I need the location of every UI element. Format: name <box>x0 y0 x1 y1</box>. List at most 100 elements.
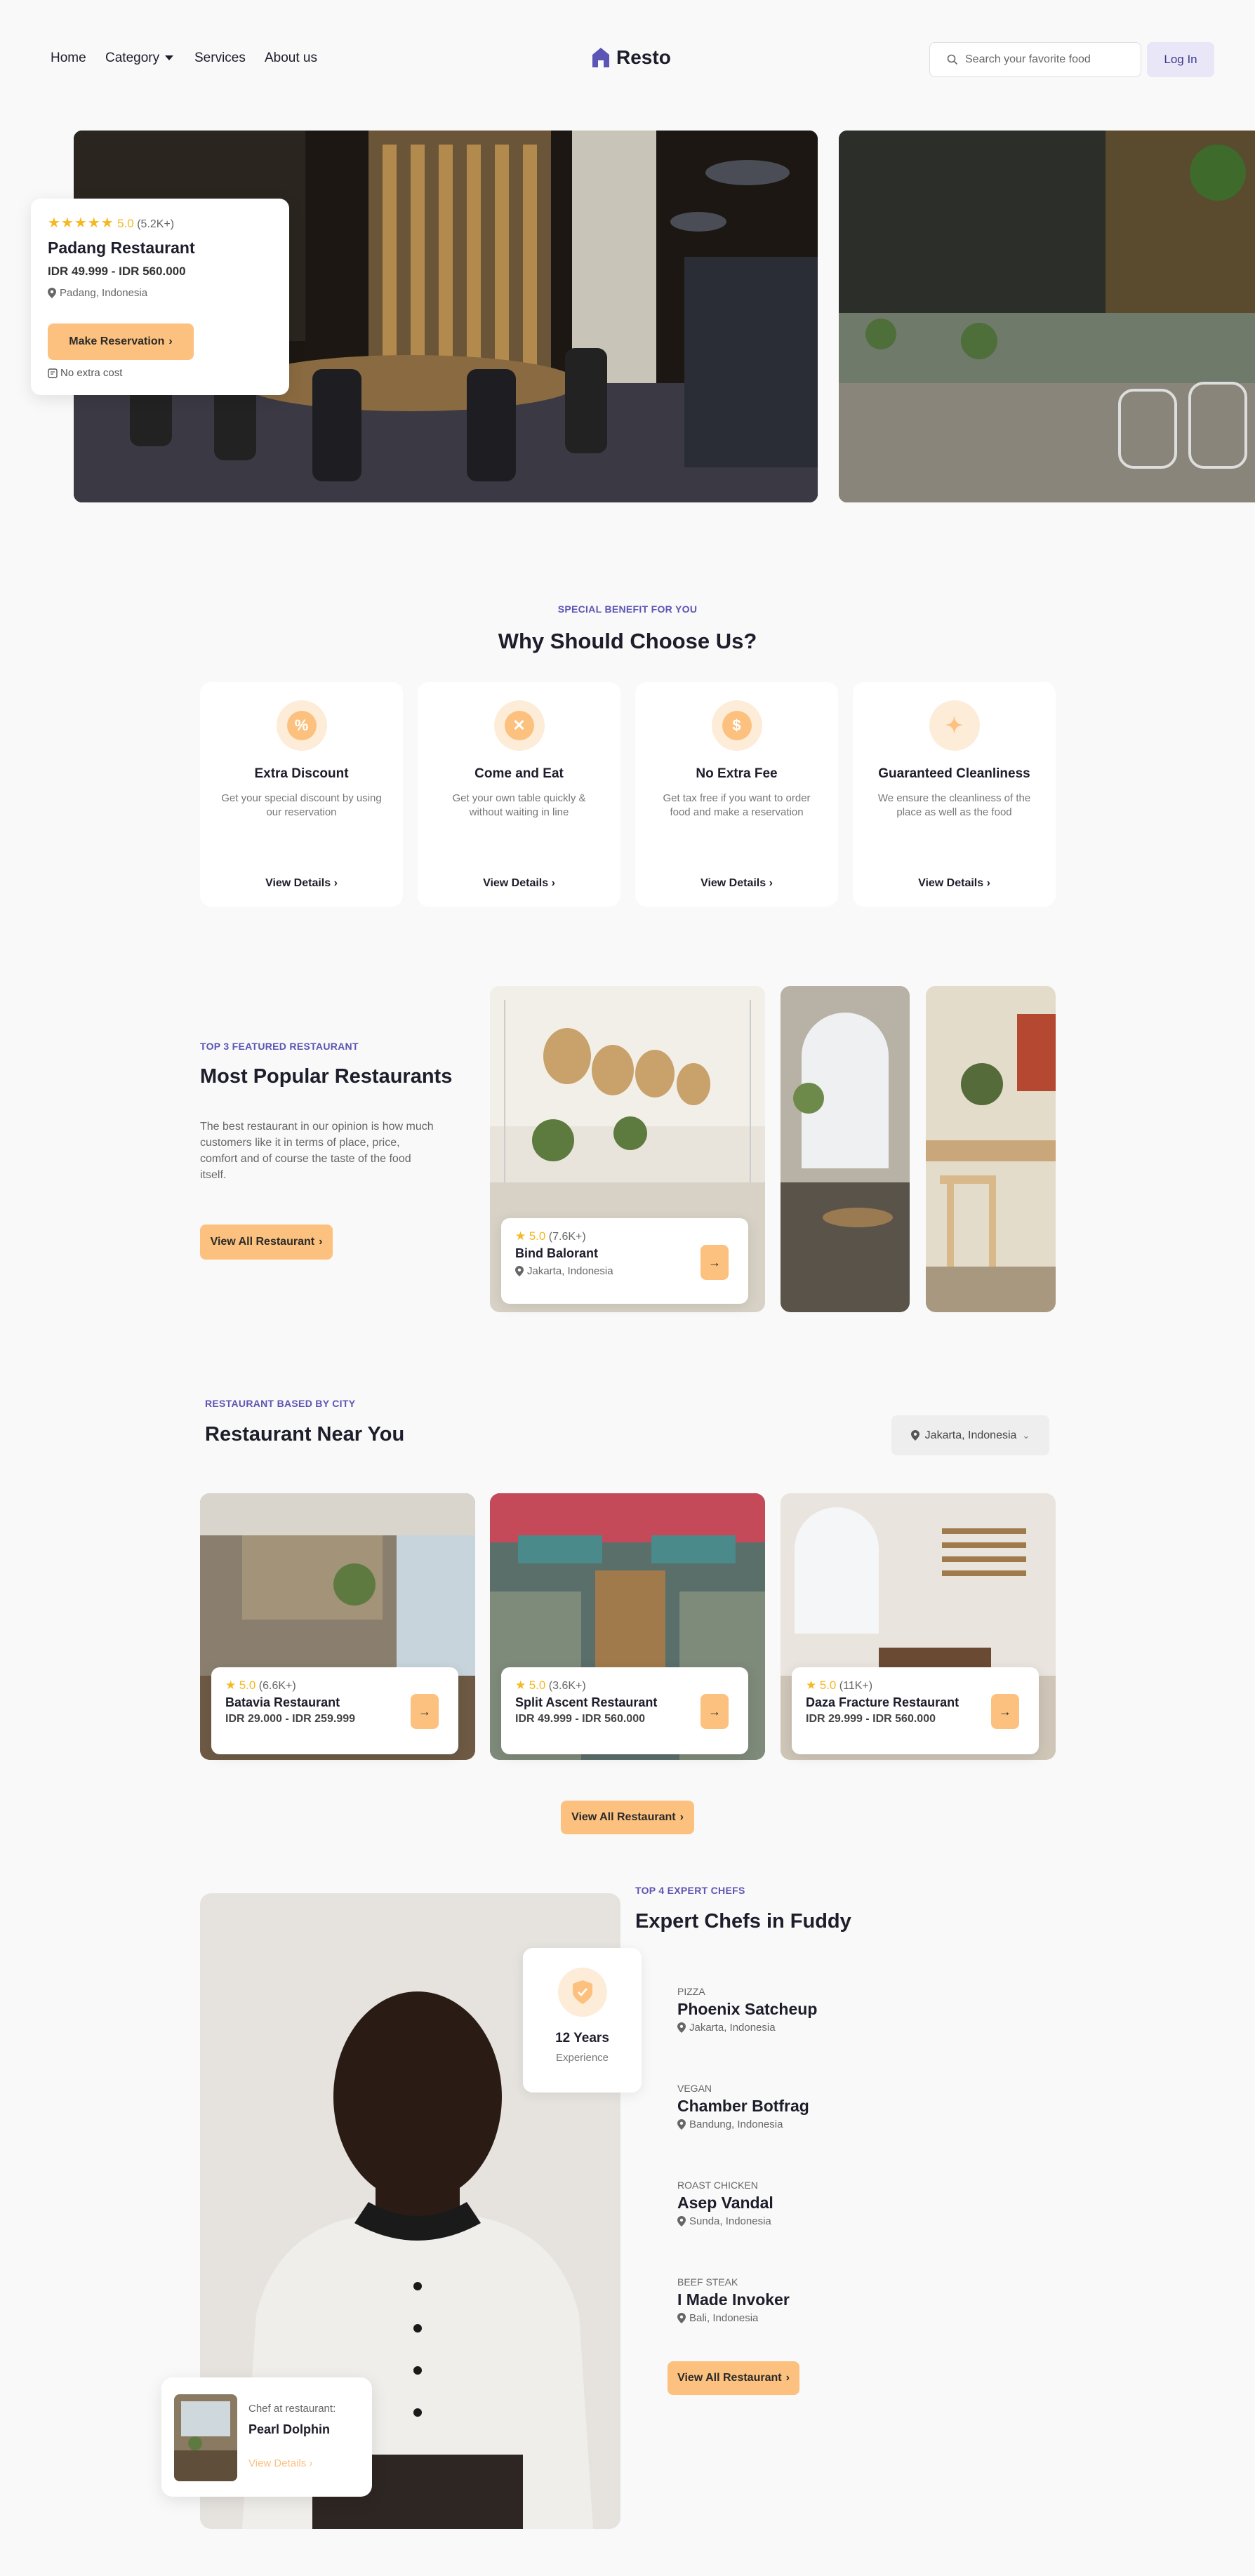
view-details-label: View Details <box>700 877 766 889</box>
view-all-restaurant-button[interactable]: View All Restaurant › <box>200 1224 333 1260</box>
chef-list-item[interactable]: ROAST CHICKEN Asep Vandal Sunda, Indones… <box>677 2180 773 2227</box>
hero-restaurant-card: ★★★★★ 5.0 (5.2K+) Padang Restaurant IDR … <box>31 199 289 395</box>
arrow-right-icon: → <box>999 1704 1011 1719</box>
make-reservation-button[interactable]: Make Reservation › <box>48 323 194 360</box>
location-pin-icon <box>515 1266 524 1276</box>
star-icon: ★ <box>225 1679 237 1692</box>
view-all-restaurant-button[interactable]: View All Restaurant › <box>561 1801 694 1834</box>
logo-text: Resto <box>616 46 671 68</box>
restaurant-image[interactable] <box>926 986 1056 1312</box>
sparkle-icon: ✦ <box>929 700 980 751</box>
chef-list-item[interactable]: BEEF STEAK I Made Invoker Bali, Indonesi… <box>677 2276 790 2324</box>
benefit-desc: Get tax free if you want to order food a… <box>663 792 811 818</box>
benefit-desc: We ensure the cleanliness of the place a… <box>877 792 1031 818</box>
benefit-card: ✕ Come and Eat Get your own table quickl… <box>418 682 620 907</box>
location: Padang, Indonesia <box>48 287 272 299</box>
rating-count: (6.6K+) <box>258 1680 296 1692</box>
arrow-right-button[interactable]: → <box>700 1694 729 1729</box>
restaurant-card: ★ 5.0 (11K+) Daza Fracture Restaurant ID… <box>792 1667 1039 1754</box>
chef-location-text: Jakarta, Indonesia <box>689 2022 776 2034</box>
view-details-link[interactable]: View Details › <box>200 877 403 890</box>
location-pin-icon <box>677 2216 686 2227</box>
star-icon: ★ <box>515 1679 526 1692</box>
chef-card-view-details-link[interactable]: View Details › <box>248 2457 312 2469</box>
arrow-right-icon: → <box>708 1704 721 1719</box>
chef-location-text: Sunda, Indonesia <box>689 2215 771 2227</box>
chef-restaurant-thumbnail <box>174 2394 237 2481</box>
chef-location-text: Bandung, Indonesia <box>689 2118 783 2130</box>
experience-card: 12 Years Experience <box>523 1948 642 2093</box>
login-button[interactable]: Log In <box>1147 42 1214 77</box>
nav-category-label: Category <box>105 51 160 65</box>
view-details-link[interactable]: View Details › <box>853 877 1056 890</box>
nav-home[interactable]: Home <box>51 51 86 66</box>
location-pin-icon <box>910 1430 919 1441</box>
search-box[interactable] <box>929 42 1141 77</box>
view-all-label: View All Restaurant <box>677 2372 782 2384</box>
chef-location: Jakarta, Indonesia <box>677 2022 817 2034</box>
view-details-link[interactable]: View Details › <box>418 877 620 890</box>
city-select[interactable]: Jakarta, Indonesia ⌄ <box>891 1415 1049 1455</box>
receipt-icon <box>48 368 58 378</box>
nav-category[interactable]: Category <box>105 51 174 66</box>
location-pin-icon <box>677 2119 686 2130</box>
nav-services[interactable]: Services <box>194 51 246 66</box>
rating-value: 5.0 <box>117 217 134 230</box>
benefits-title: Why Should Choose Us? <box>498 629 757 653</box>
view-details-label: View Details <box>265 877 331 889</box>
city-title: Restaurant Near You <box>205 1423 405 1446</box>
popular-title: Most Popular Restaurants <box>200 1065 453 1088</box>
view-details-label: View Details <box>918 877 984 889</box>
benefit-title: Guaranteed Cleanliness <box>878 766 1030 781</box>
location-pin-icon <box>677 2313 686 2323</box>
rating-count: (3.6K+) <box>548 1680 586 1692</box>
featured-restaurant-card: ★ 5.0 (7.6K+) Bind Balorant Jakarta, Ind… <box>501 1218 748 1304</box>
chef-list-item[interactable]: PIZZA Phoenix Satcheup Jakarta, Indonesi… <box>677 1986 817 2034</box>
chevron-right-icon: › <box>319 1236 323 1248</box>
chef-card-label: Chef at restaurant: <box>248 2403 336 2415</box>
view-all-label: View All Restaurant <box>571 1811 676 1823</box>
arrow-right-button[interactable]: → <box>700 1245 729 1280</box>
house-logo-icon <box>592 48 609 67</box>
chef-location: Bandung, Indonesia <box>677 2118 809 2130</box>
benefits-eyebrow: SPECIAL BENEFIT FOR YOU <box>557 603 698 615</box>
arrow-right-icon: → <box>708 1255 721 1269</box>
restaurant-image[interactable] <box>781 986 910 1312</box>
chevron-right-icon: › <box>986 877 990 889</box>
arrow-right-button[interactable]: → <box>991 1694 1019 1729</box>
star-icon: ★ <box>515 1229 526 1243</box>
chef-name: Asep Vandal <box>677 2194 773 2212</box>
search-icon <box>947 54 958 65</box>
benefit-title: Extra Discount <box>254 766 349 781</box>
arrow-right-button[interactable]: → <box>411 1694 439 1729</box>
chef-location: Bali, Indonesia <box>677 2312 790 2324</box>
logo[interactable]: Resto <box>591 46 671 69</box>
location-text: Jakarta, Indonesia <box>527 1265 613 1277</box>
benefit-title: Come and Eat <box>474 766 564 781</box>
nav-about[interactable]: About us <box>265 51 317 66</box>
location-pin-icon <box>677 2022 686 2033</box>
chevron-down-icon: ⌄ <box>1022 1429 1030 1441</box>
discount-badge-icon: % <box>276 700 327 751</box>
view-details-label: View Details <box>248 2457 307 2469</box>
chef-location: Sunda, Indonesia <box>677 2215 773 2227</box>
hero-cafe-image <box>839 131 1255 502</box>
chevron-right-icon: › <box>333 877 338 889</box>
view-details-link[interactable]: View Details › <box>635 877 838 890</box>
chevron-right-icon: › <box>679 1811 684 1823</box>
chef-category: ROAST CHICKEN <box>677 2180 758 2191</box>
cutlery-icon: ✕ <box>493 700 545 751</box>
location-pin-icon <box>48 288 56 298</box>
chef-list-item[interactable]: VEGAN Chamber Botfrag Bandung, Indonesia <box>677 2083 809 2130</box>
make-reservation-label: Make Reservation <box>69 335 165 347</box>
star-icon: ★ <box>806 1679 817 1692</box>
view-details-label: View Details <box>483 877 549 889</box>
benefit-desc: Get your own table quickly & without wai… <box>452 792 586 818</box>
search-input[interactable] <box>965 53 1120 66</box>
view-all-restaurant-button[interactable]: View All Restaurant › <box>668 2361 799 2395</box>
chef-category: VEGAN <box>677 2083 712 2094</box>
arrow-right-icon: → <box>418 1704 431 1719</box>
no-extra-cost-note: No extra cost <box>48 367 122 379</box>
shield-check-icon <box>557 1968 607 2017</box>
chevron-right-icon: › <box>168 335 173 347</box>
